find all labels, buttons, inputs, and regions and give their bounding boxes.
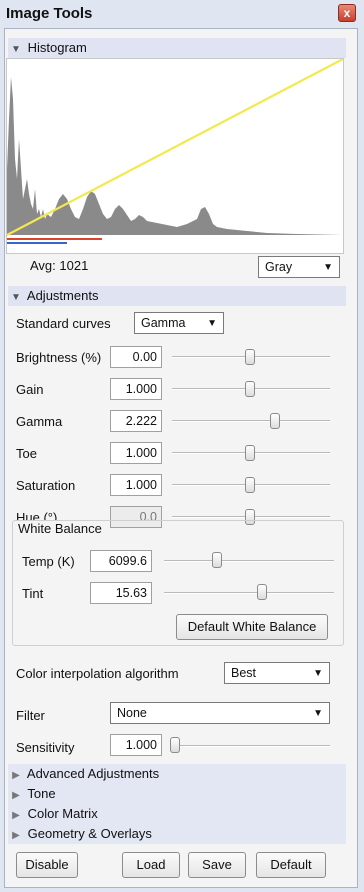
section-color-matrix[interactable]: ▶ Color Matrix (8, 804, 346, 824)
slider-thumb[interactable] (245, 381, 255, 397)
close-icon: x (343, 6, 351, 20)
save-button[interactable]: Save (188, 852, 246, 878)
slider-value-input[interactable]: 1.000 (110, 378, 162, 400)
temp-input[interactable]: 6099.6 (90, 550, 152, 572)
section-label: Advanced Adjustments (26, 766, 160, 781)
sensitivity-label: Sensitivity (16, 740, 75, 755)
slider-value-input[interactable]: 1.000 (110, 474, 162, 496)
slider-track[interactable] (172, 420, 330, 422)
chevron-down-icon: ▼ (323, 262, 333, 273)
tint-input[interactable]: 15.63 (90, 582, 152, 604)
section-label: Tone (27, 786, 56, 801)
slider-thumb[interactable] (245, 349, 255, 365)
standard-curves-label: Standard curves (16, 316, 111, 331)
triangle-right-icon: ▶ (12, 790, 20, 801)
temp-slider-track[interactable] (164, 560, 334, 562)
filter-select[interactable]: None ▼ (110, 702, 330, 724)
temp-slider-thumb[interactable] (212, 552, 222, 568)
sensitivity-input[interactable]: 1.000 (110, 734, 162, 756)
tint-slider-track[interactable] (164, 592, 334, 594)
load-button[interactable]: Load (122, 852, 180, 878)
histogram-plot (6, 58, 344, 254)
section-advanced-adjustments[interactable]: ▶ Advanced Adjustments (8, 764, 346, 784)
chevron-down-icon: ▼ (313, 668, 323, 679)
temp-label: Temp (K) (22, 554, 75, 569)
white-balance-title: White Balance (16, 521, 104, 536)
chevron-down-icon: ▼ (207, 318, 217, 329)
color-interpolation-value: Best (231, 666, 257, 680)
slider-value-input[interactable]: 0.00 (110, 346, 162, 368)
section-label: Geometry & Overlays (27, 826, 152, 841)
sensitivity-slider-track[interactable] (170, 745, 330, 747)
histogram-channel-value: Gray (265, 260, 293, 274)
section-label: Color Matrix (27, 806, 98, 821)
slider-label: Saturation (16, 478, 76, 493)
histogram-channel-select[interactable]: Gray ▼ (258, 256, 340, 278)
close-button[interactable]: x (338, 4, 356, 22)
tint-label: Tint (22, 586, 44, 601)
adjustments-header-label: Adjustments (26, 288, 99, 303)
triangle-right-icon: ▶ (12, 830, 20, 841)
histogram-header[interactable]: ▼ Histogram (8, 38, 346, 58)
section-tone[interactable]: ▶ Tone (8, 784, 346, 804)
color-interpolation-label: Color interpolation algorithm (16, 666, 179, 681)
slider-label: Brightness (%) (16, 350, 102, 365)
slider-value-input[interactable]: 2.222 (110, 410, 162, 432)
collapsed-sections: ▶ Advanced Adjustments ▶ Tone ▶ Color Ma… (8, 764, 346, 844)
window-title: Image Tools (6, 5, 93, 22)
histogram-header-label: Histogram (27, 40, 87, 55)
triangle-right-icon: ▶ (12, 810, 20, 821)
color-interpolation-select[interactable]: Best ▼ (224, 662, 330, 684)
slider-value-input[interactable]: 1.000 (110, 442, 162, 464)
slider-label: Toe (16, 446, 37, 461)
triangle-down-icon: ▼ (11, 44, 21, 55)
filter-label: Filter (16, 708, 45, 723)
chevron-down-icon: ▼ (313, 708, 323, 719)
filter-value: None (117, 706, 147, 720)
default-white-balance-button[interactable]: Default White Balance (176, 614, 328, 640)
slider-thumb[interactable] (245, 445, 255, 461)
slider-thumb[interactable] (245, 477, 255, 493)
sensitivity-slider-thumb[interactable] (170, 737, 180, 753)
slider-label: Gamma (16, 414, 63, 429)
title-bar: Image Tools x (0, 0, 364, 28)
slider-label: Gain (16, 382, 44, 397)
tint-slider-thumb[interactable] (257, 584, 267, 600)
standard-curves-value: Gamma (141, 316, 186, 330)
tone-curve (7, 59, 343, 236)
section-geometry-overlays[interactable]: ▶ Geometry & Overlays (8, 824, 346, 844)
triangle-down-icon: ▼ (11, 292, 21, 303)
standard-curves-select[interactable]: Gamma ▼ (134, 312, 224, 334)
adjustments-header[interactable]: ▼ Adjustments (8, 286, 346, 306)
default-button[interactable]: Default (256, 852, 326, 878)
triangle-right-icon: ▶ (12, 770, 20, 781)
histogram-fill (7, 77, 343, 235)
disable-button[interactable]: Disable (16, 852, 78, 878)
slider-thumb[interactable] (270, 413, 280, 429)
histogram-average: Avg: 1021 (30, 258, 89, 273)
